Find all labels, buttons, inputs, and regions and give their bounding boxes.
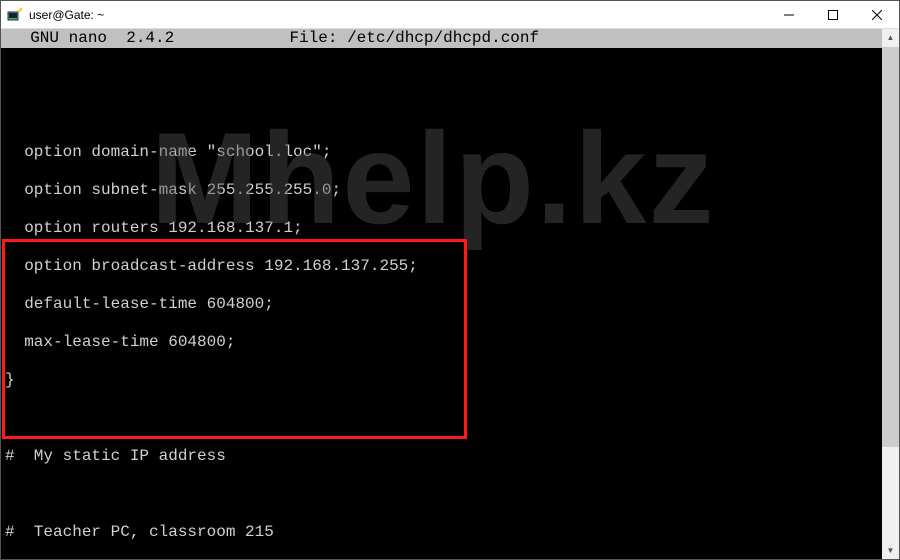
editor-line [5, 67, 882, 86]
editor-line: option routers 192.168.137.1; [5, 219, 882, 238]
scrollbar-thumb[interactable] [882, 47, 899, 447]
chevron-down-icon: ▼ [887, 546, 895, 555]
editor-line: # My static IP address [5, 447, 882, 466]
nano-version: 2.4.2 [126, 29, 174, 47]
nano-app: GNU nano [30, 29, 107, 47]
nano-file-label: File: [289, 29, 337, 47]
putty-icon [7, 7, 23, 23]
close-icon [872, 10, 882, 20]
editor-line: } [5, 371, 882, 390]
chevron-up-icon: ▲ [887, 33, 895, 42]
maximize-button[interactable] [811, 1, 855, 29]
editor-line [5, 105, 882, 124]
nano-header: GNU nano 2.4.2 File: /etc/dhcp/dhcpd.con… [1, 29, 882, 48]
window-title: user@Gate: ~ [29, 8, 104, 22]
scrollbar-down-button[interactable]: ▼ [882, 542, 899, 559]
editor-line [5, 409, 882, 428]
app-window: user@Gate: ~ Mhelp.kz GNU nano 2.4.2 Fil… [0, 0, 900, 560]
close-button[interactable] [855, 1, 899, 29]
titlebar: user@Gate: ~ [1, 1, 899, 29]
editor-line: option broadcast-address 192.168.137.255… [5, 257, 882, 276]
minimize-icon [784, 10, 794, 20]
editor-line: default-lease-time 604800; [5, 295, 882, 314]
editor-line: # Teacher PC, classroom 215 [5, 523, 882, 542]
maximize-icon [828, 10, 838, 20]
terminal[interactable]: Mhelp.kz GNU nano 2.4.2 File: /etc/dhcp/… [1, 29, 899, 559]
editor-line: option subnet-mask 255.255.255.0; [5, 181, 882, 200]
editor-line: max-lease-time 604800; [5, 333, 882, 352]
minimize-button[interactable] [767, 1, 811, 29]
editor-line [5, 485, 882, 504]
scrollbar-up-button[interactable]: ▲ [882, 29, 899, 46]
nano-file-path: /etc/dhcp/dhcpd.conf [347, 29, 539, 47]
editor-area[interactable]: option domain-name "school.loc"; option … [1, 48, 882, 559]
terminal-content: Mhelp.kz GNU nano 2.4.2 File: /etc/dhcp/… [1, 29, 882, 559]
editor-line: option domain-name "school.loc"; [5, 143, 882, 162]
